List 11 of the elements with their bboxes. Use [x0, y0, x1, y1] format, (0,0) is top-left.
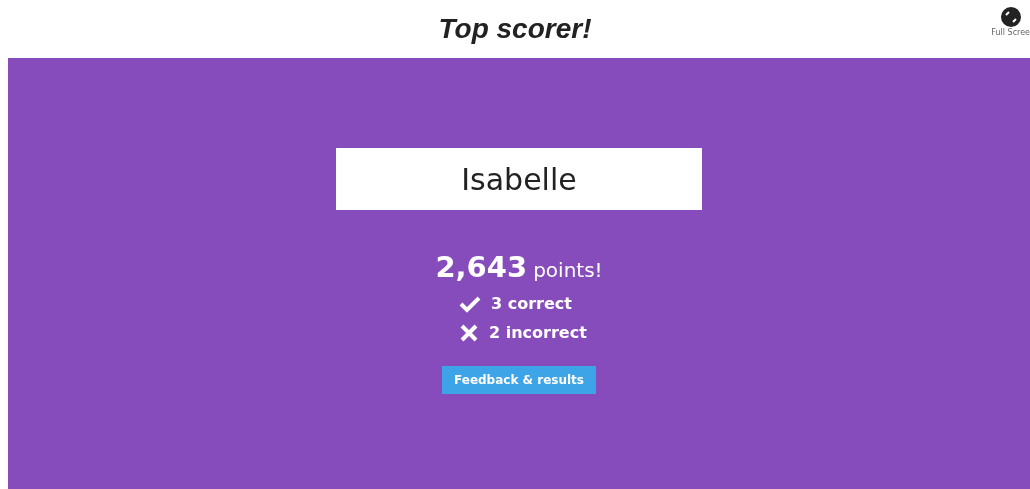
score-value: 2,643 [435, 250, 528, 284]
player-name: Isabelle [336, 148, 702, 210]
result-label: 3 correct [491, 294, 572, 313]
fullscreen-icon[interactable] [999, 6, 1022, 28]
score-unit: points! [533, 258, 603, 282]
page-title: Top scorer! [438, 13, 592, 45]
feedback-button[interactable]: Feedback & results [442, 366, 596, 394]
result-label: 2 incorrect [489, 323, 587, 342]
fullscreen-label: Full Scree [991, 28, 1030, 37]
cross-icon [459, 323, 479, 342]
check-icon [459, 294, 481, 313]
